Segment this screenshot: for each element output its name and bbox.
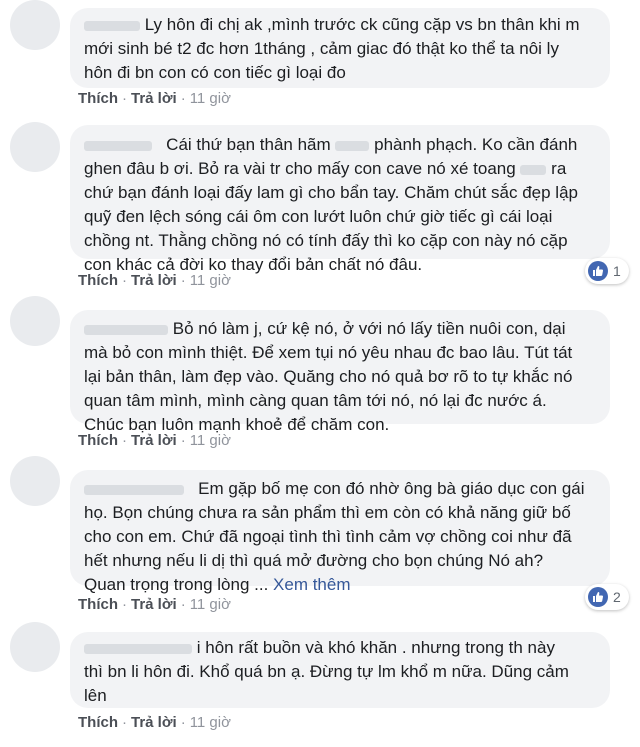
- comment-bubble: i hôn rất buồn và khó khăn . nhưng trong…: [70, 632, 610, 708]
- comment-actions: Thích · Trả lời · 11 giờ: [78, 90, 231, 107]
- thumbs-up-icon: [588, 587, 608, 607]
- comment-text-line: họ. Bọn chúng chưa ra sản phẩm thì em cò…: [84, 503, 571, 522]
- comment-text-line: Cái thứ bạn thân hãm: [166, 135, 331, 154]
- comment-text-line: Ly hôn đi chị ak ,mình trước ck cũng cặp…: [144, 15, 580, 34]
- comment-text-line: lại bản thân, làm đẹp vào. Quăng cho nó …: [84, 367, 573, 386]
- redacted-name: [84, 643, 192, 654]
- comment-text-line: mới sinh bé t2 đc hơn 1tháng , cảm giac …: [84, 39, 559, 58]
- like-link[interactable]: Thích: [78, 432, 118, 449]
- comment-text-line: ra: [551, 159, 567, 178]
- comment-text-line: cho con em. Chứ đã ngoại tình thì tình c…: [84, 527, 572, 546]
- timestamp[interactable]: 11 giờ: [190, 272, 231, 289]
- comment-bubble: Cái thứ bạn thân hãm phành phạch. Ko cần…: [70, 125, 610, 274]
- see-more-link[interactable]: Xem thêm: [273, 575, 350, 594]
- timestamp[interactable]: 11 giờ: [190, 714, 231, 731]
- comment-actions: Thích · Trả lời · 11 giờ: [78, 272, 231, 289]
- comment-text-line: thì bn li hôn đi. Khổ quá bn ạ. Đừng tự …: [84, 662, 569, 681]
- reply-link[interactable]: Trả lời: [131, 596, 177, 613]
- timestamp[interactable]: 11 giờ: [190, 90, 231, 107]
- comment-text-line: Em gặp bố mẹ con đó nhờ ông bà giáo dục …: [198, 479, 585, 498]
- comment-text-line: quan tâm mình, mình càng quan tâm tới nó…: [84, 391, 547, 410]
- comment-text-line: i hôn rất buồn và khó khăn . nhưng trong…: [196, 638, 555, 657]
- like-link[interactable]: Thích: [78, 596, 118, 613]
- comment-text-line: chứ bạn đánh loại đấy lam gì cho bẩn tay…: [84, 183, 578, 202]
- reply-link[interactable]: Trả lời: [131, 432, 177, 449]
- avatar[interactable]: [10, 456, 60, 506]
- comment-text-line: Quan trọng trong lòng ...: [84, 575, 269, 594]
- comment-actions: Thích · Trả lời · 11 giờ: [78, 596, 231, 613]
- like-link[interactable]: Thích: [78, 714, 118, 731]
- reply-link[interactable]: Trả lời: [131, 714, 177, 731]
- comment-bubble: Em gặp bố mẹ con đó nhờ ông bà giáo dục …: [70, 470, 610, 594]
- comment-text-line: phành phạch. Ko cần đánh: [374, 135, 578, 154]
- comment-text-line: mà bỏ con mình thiệt. Để xem tụi nó yêu …: [84, 343, 573, 362]
- redacted-name: [84, 140, 152, 151]
- comment-bubble: Bỏ nó làm j, cứ kệ nó, ở với nó lấy tiền…: [70, 310, 610, 434]
- comment-text-line: hết nhưng nếu li dị thì quá mở đường cho…: [84, 551, 544, 570]
- avatar[interactable]: [10, 296, 60, 346]
- reaction-count: 1: [613, 263, 621, 279]
- comment-text-line: hôn đi bn con có con tiếc gì loại đo: [84, 63, 346, 82]
- thumbs-up-icon: [588, 261, 608, 281]
- reaction-summary[interactable]: 2: [585, 584, 629, 610]
- reaction-summary[interactable]: 1: [585, 258, 629, 284]
- comment-text-line: lên: [84, 686, 107, 705]
- reply-link[interactable]: Trả lời: [131, 90, 177, 107]
- comment-actions: Thích · Trả lời · 11 giờ: [78, 432, 231, 449]
- redacted-text: [520, 164, 547, 175]
- timestamp[interactable]: 11 giờ: [190, 596, 231, 613]
- redacted-name: [84, 484, 184, 495]
- redacted-text: [335, 140, 370, 151]
- avatar[interactable]: [10, 0, 60, 50]
- timestamp[interactable]: 11 giờ: [190, 432, 231, 449]
- comment-text-line: quỹ đen lệch sóng cái ôm con lướt luôn c…: [84, 207, 553, 226]
- comment-bubble: Ly hôn đi chị ak ,mình trước ck cũng cặp…: [70, 8, 610, 88]
- reply-link[interactable]: Trả lời: [131, 272, 177, 289]
- reaction-count: 2: [613, 589, 621, 605]
- redacted-name: [84, 20, 140, 31]
- comment-text-line: chồng nt. Thằng chồng nó có tính đấy thì…: [84, 231, 568, 250]
- comment-actions: Thích · Trả lời · 11 giờ: [78, 714, 231, 731]
- like-link[interactable]: Thích: [78, 90, 118, 107]
- redacted-name: [84, 324, 168, 335]
- comment-text-line: Bỏ nó làm j, cứ kệ nó, ở với nó lấy tiền…: [172, 319, 566, 338]
- avatar[interactable]: [10, 122, 60, 172]
- comment-text-line: ghen đâu b ơi. Bỏ ra vài tr cho mấy con …: [84, 159, 516, 178]
- avatar[interactable]: [10, 622, 60, 672]
- like-link[interactable]: Thích: [78, 272, 118, 289]
